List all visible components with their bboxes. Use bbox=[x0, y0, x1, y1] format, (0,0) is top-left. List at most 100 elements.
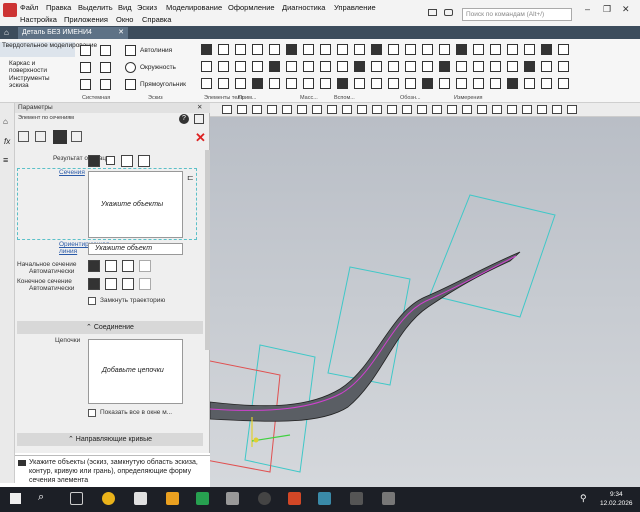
ribbon-tool-icon[interactable] bbox=[558, 44, 569, 55]
view-tool-icon[interactable] bbox=[282, 105, 292, 114]
thickness-tab-icon[interactable] bbox=[71, 131, 82, 142]
ribbon-tool-icon[interactable] bbox=[371, 61, 382, 72]
view-tool-icon[interactable] bbox=[297, 105, 307, 114]
ribbon-tool-icon[interactable] bbox=[541, 61, 552, 72]
copy-icon[interactable] bbox=[80, 79, 91, 90]
ribbon-tool-icon[interactable] bbox=[490, 44, 501, 55]
tree-icon[interactable]: ⌂ bbox=[3, 117, 8, 126]
ribbon-tool-icon[interactable] bbox=[439, 44, 450, 55]
mode-sketch-tools-button[interactable]: Инструменты эскиза bbox=[9, 75, 50, 89]
ribbon-tool-icon[interactable] bbox=[201, 78, 212, 89]
props-tab-icon[interactable] bbox=[35, 131, 46, 142]
ribbon-tool-icon[interactable] bbox=[235, 44, 246, 55]
ribbon-tool-icon[interactable] bbox=[354, 61, 365, 72]
ribbon-tool-icon[interactable] bbox=[252, 78, 263, 89]
undo-icon[interactable] bbox=[100, 62, 111, 73]
start-icon[interactable] bbox=[10, 493, 21, 504]
end-tangent-icon[interactable] bbox=[122, 278, 134, 290]
guide-curves-section-header[interactable]: ⌃ Направляющие кривые bbox=[17, 433, 203, 446]
view-tool-icon[interactable] bbox=[447, 105, 457, 114]
close-trajectory-checkbox[interactable] bbox=[88, 297, 96, 305]
folder-icon[interactable] bbox=[134, 492, 147, 505]
ribbon-tool-icon[interactable] bbox=[354, 44, 365, 55]
tab-document[interactable]: Деталь БЕЗ ИМЕНИ4 ✕ bbox=[18, 27, 128, 39]
help-icon[interactable]: ? bbox=[179, 114, 189, 124]
ribbon-tool-icon[interactable] bbox=[388, 78, 399, 89]
ribbon-tool-icon[interactable] bbox=[320, 61, 331, 72]
start-tangent-icon[interactable] bbox=[122, 260, 134, 272]
ribbon-tool-icon[interactable] bbox=[269, 44, 280, 55]
menu-drafting[interactable]: Оформление bbox=[228, 3, 275, 12]
circle-icon[interactable] bbox=[125, 62, 136, 73]
view-tool-icon[interactable] bbox=[462, 105, 472, 114]
mode-solid-button[interactable]: Твердотельное моделирование bbox=[0, 42, 97, 57]
taskview-icon[interactable] bbox=[70, 492, 83, 505]
guide-line-link[interactable]: Ориентирующая линия bbox=[59, 241, 109, 255]
ribbon-tool-icon[interactable] bbox=[456, 44, 467, 55]
view-tool-icon[interactable] bbox=[567, 105, 577, 114]
print-icon[interactable] bbox=[80, 62, 91, 73]
menu-manage[interactable]: Управление bbox=[334, 3, 376, 12]
start-auto-icon[interactable] bbox=[88, 260, 100, 272]
explorer-icon[interactable] bbox=[166, 492, 179, 505]
variables-icon[interactable]: fx bbox=[4, 137, 10, 146]
menu-file[interactable]: Файл bbox=[20, 3, 38, 12]
ribbon-tool-icon[interactable] bbox=[473, 78, 484, 89]
powerpoint-icon[interactable] bbox=[288, 492, 301, 505]
app-icon-4[interactable] bbox=[382, 492, 395, 505]
view-tool-icon[interactable] bbox=[402, 105, 412, 114]
ribbon-tool-icon[interactable] bbox=[507, 78, 518, 89]
app-icon-3[interactable] bbox=[350, 492, 363, 505]
app-icon-1[interactable] bbox=[226, 492, 239, 505]
home-icon[interactable]: ⌂ bbox=[4, 28, 9, 37]
menu-help[interactable]: Справка bbox=[142, 15, 171, 24]
ribbon-tool-icon[interactable] bbox=[422, 44, 433, 55]
kompas-icon[interactable] bbox=[318, 492, 331, 505]
ribbon-tool-icon[interactable] bbox=[303, 78, 314, 89]
menu-settings[interactable]: Настройка bbox=[20, 15, 57, 24]
view-tool-icon[interactable] bbox=[267, 105, 277, 114]
menu-view[interactable]: Вид bbox=[118, 3, 132, 12]
ribbon-tool-icon[interactable] bbox=[422, 61, 433, 72]
view-tool-icon[interactable] bbox=[477, 105, 487, 114]
ribbon-tool-icon[interactable] bbox=[218, 78, 229, 89]
ribbon-tool-icon[interactable] bbox=[405, 61, 416, 72]
ribbon-tool-icon[interactable] bbox=[405, 78, 416, 89]
app-icon-2[interactable] bbox=[258, 492, 271, 505]
sections-link[interactable]: Сечения bbox=[59, 169, 85, 176]
ribbon-tool-icon[interactable] bbox=[252, 61, 263, 72]
params-tab-icon[interactable] bbox=[18, 131, 29, 142]
ribbon-tool-icon[interactable] bbox=[371, 44, 382, 55]
ribbon-tool-icon[interactable] bbox=[473, 61, 484, 72]
start-normal-icon[interactable] bbox=[105, 260, 117, 272]
show-all-checkbox[interactable] bbox=[88, 409, 96, 417]
ribbon-tool-icon[interactable] bbox=[235, 61, 246, 72]
ribbon-tool-icon[interactable] bbox=[235, 78, 246, 89]
ribbon-tool-icon[interactable] bbox=[201, 61, 212, 72]
result-cut-icon[interactable] bbox=[121, 155, 133, 167]
ribbon-tool-icon[interactable] bbox=[473, 44, 484, 55]
panel-pin-icon[interactable]: ✕ bbox=[197, 103, 202, 111]
result-intersect-icon[interactable] bbox=[138, 155, 150, 167]
ribbon-tool-icon[interactable] bbox=[524, 78, 535, 89]
ribbon-tool-icon[interactable] bbox=[422, 78, 433, 89]
ribbon-tool-icon[interactable] bbox=[439, 78, 450, 89]
ribbon-tool-icon[interactable] bbox=[388, 44, 399, 55]
ribbon-tool-icon[interactable] bbox=[337, 61, 348, 72]
view-tool-icon[interactable] bbox=[342, 105, 352, 114]
screen-icon[interactable] bbox=[428, 9, 437, 16]
paste-icon[interactable] bbox=[100, 79, 111, 90]
end-auto-icon[interactable] bbox=[88, 278, 100, 290]
camera-icon[interactable] bbox=[444, 9, 453, 16]
sections-sort-icon[interactable]: ⊏ bbox=[187, 173, 194, 182]
mode-surface-button[interactable]: Каркас и поверхности bbox=[9, 60, 49, 74]
rectangle-icon[interactable] bbox=[125, 79, 136, 90]
ribbon-tool-icon[interactable] bbox=[337, 78, 348, 89]
autoline-button[interactable]: Автолиния bbox=[140, 47, 172, 54]
layers-icon[interactable]: ≡ bbox=[3, 155, 8, 165]
menu-select[interactable]: Выделить bbox=[78, 3, 113, 12]
ribbon-tool-icon[interactable] bbox=[354, 78, 365, 89]
menu-modeling[interactable]: Моделирование bbox=[166, 3, 222, 12]
ribbon-tool-icon[interactable] bbox=[558, 78, 569, 89]
ribbon-tool-icon[interactable] bbox=[490, 78, 501, 89]
